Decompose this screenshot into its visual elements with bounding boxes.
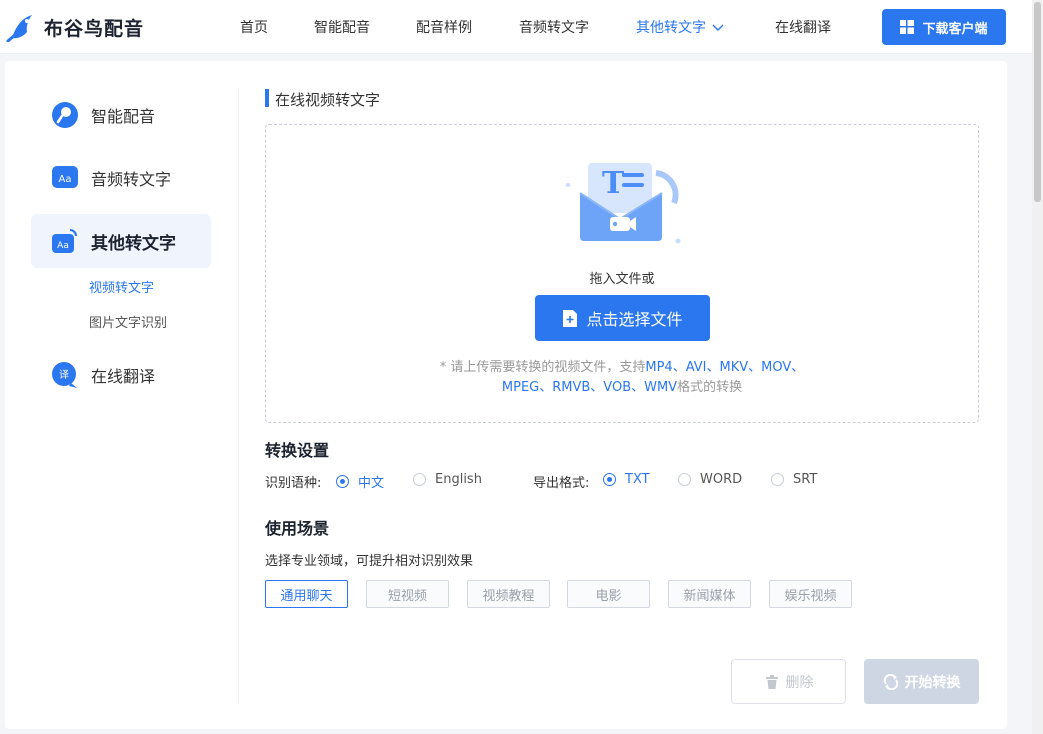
sidebar-item-label: 其他转文字	[91, 233, 176, 254]
nav-home[interactable]: 首页	[240, 17, 268, 37]
sub-item-image-ocr[interactable]: 图片文字识别	[89, 312, 167, 331]
radio-dot	[771, 473, 784, 486]
radio-label: WORD	[700, 472, 743, 487]
radio-label: 中文	[358, 476, 385, 491]
radio-format-srt[interactable]: SRT	[771, 472, 817, 487]
scene-tag-news-media[interactable]: 新闻媒体	[668, 580, 751, 608]
choose-file-button[interactable]: 点击选择文件	[535, 295, 710, 341]
scene-tag-entertainment-video[interactable]: 娱乐视频	[769, 580, 852, 608]
radio-label: SRT	[793, 472, 818, 487]
drag-file-text: 拖入文件或	[589, 272, 655, 287]
scene-title: 使用场景	[265, 519, 330, 538]
hint-formats-1: MP4、AVI、MKV、MOV、	[645, 360, 805, 375]
aa-icon: Aa	[52, 229, 77, 253]
scene-hint: 选择专业领域，可提升相对识别效果	[265, 554, 474, 569]
scene-tag-video-tutorial[interactable]: 视频教程	[467, 580, 550, 608]
sidebar-item-smart-dubbing[interactable]: 智能配音	[31, 88, 211, 142]
main-panel: 智能配音 Aa 音频转文字 Aa 其他转文字 视频转文字 图片文字识别 译 在线…	[5, 61, 1007, 729]
svg-text:译: 译	[59, 369, 69, 381]
brand-name: 布谷鸟配音	[44, 17, 145, 40]
translate-icon: 译	[52, 362, 77, 388]
hint-suffix: 格式的转换	[677, 380, 743, 395]
language-label: 识别语种:	[265, 476, 322, 491]
scrollbar-thumb[interactable]	[1034, 2, 1041, 202]
sidebar-divider	[238, 88, 239, 703]
radio-dot	[336, 475, 349, 488]
sidebar-item-online-translate[interactable]: 译 在线翻译	[31, 348, 211, 402]
scene-tag-movie[interactable]: 电影	[567, 580, 650, 608]
download-client-button[interactable]: 下载客户端	[882, 9, 1006, 45]
convert-icon	[883, 673, 898, 690]
chevron-down-icon	[712, 24, 724, 31]
cuckoo-logo-icon	[6, 15, 32, 42]
hint-prefix: * 请上传需要转换的视频文件，支持	[439, 360, 646, 375]
section-title: 在线视频转文字	[265, 89, 380, 110]
radio-label: English	[435, 472, 482, 487]
settings-title: 转换设置	[265, 441, 330, 460]
nav-online-translate[interactable]: 在线翻译	[775, 17, 831, 37]
trash-icon	[765, 674, 778, 689]
format-label: 导出格式:	[533, 476, 590, 491]
radio-dot	[603, 473, 616, 486]
radio-dot	[678, 473, 691, 486]
sub-item-video-to-text[interactable]: 视频转文字	[89, 277, 154, 296]
choose-file-label: 点击选择文件	[586, 310, 683, 329]
start-convert-button[interactable]: 开始转换	[864, 659, 979, 704]
delete-label: 删除	[785, 674, 814, 691]
radio-language-english[interactable]: English	[413, 472, 482, 487]
video-upload-illustration-icon: T	[566, 163, 681, 244]
file-add-icon	[563, 309, 578, 327]
scene-tag-general-chat[interactable]: 通用聊天	[265, 580, 348, 608]
brand-logo[interactable]: 布谷鸟配音	[6, 12, 144, 42]
nav-other-to-text-label: 其他转文字	[636, 20, 706, 36]
aa-icon: Aa	[52, 166, 78, 188]
nav-dubbing-samples[interactable]: 配音样例	[416, 17, 472, 37]
hint-formats-2: MPEG、RMVB、VOB、WMV	[501, 380, 678, 395]
top-header: 布谷鸟配音 首页 智能配音 配音样例 音频转文字 其他转文字 在线翻译 下载客户…	[0, 0, 1043, 54]
sidebar-item-label: 智能配音	[91, 107, 156, 126]
svg-text:Aa: Aa	[57, 241, 69, 251]
radio-language-chinese[interactable]: 中文	[336, 472, 384, 491]
sidebar: 智能配音 Aa 音频转文字 Aa 其他转文字 视频转文字 图片文字识别 译 在线…	[5, 61, 238, 729]
svg-text:T: T	[602, 166, 625, 201]
sidebar-item-label: 在线翻译	[91, 367, 156, 386]
voice-icon	[52, 102, 78, 128]
sidebar-item-label: 音频转文字	[91, 170, 172, 189]
upload-hint-line-1: * 请上传需要转换的视频文件，支持MP4、AVI、MKV、MOV、	[266, 356, 978, 375]
radio-label: TXT	[625, 472, 650, 487]
upload-hint-line-2: MPEG、RMVB、VOB、WMV格式的转换	[266, 376, 978, 395]
scene-tag-short-video[interactable]: 短视频	[366, 580, 449, 608]
nav-smart-dubbing[interactable]: 智能配音	[314, 17, 370, 37]
nav-audio-to-text[interactable]: 音频转文字	[519, 17, 589, 37]
radio-format-word[interactable]: WORD	[678, 472, 742, 487]
sidebar-item-audio-to-text[interactable]: Aa 音频转文字	[31, 151, 211, 205]
svg-text:Aa: Aa	[59, 174, 72, 185]
download-client-label: 下载客户端	[922, 21, 988, 37]
windows-icon	[900, 20, 915, 34]
start-convert-label: 开始转换	[904, 674, 961, 691]
sidebar-item-other-to-text[interactable]: Aa 其他转文字	[31, 214, 211, 268]
radio-format-txt[interactable]: TXT	[603, 472, 650, 487]
nav-other-to-text[interactable]: 其他转文字	[636, 17, 724, 37]
delete-button[interactable]: 删除	[731, 659, 846, 704]
radio-dot	[413, 473, 426, 486]
upload-dropzone[interactable]: T 拖入文件或 点击选择文件 * 请上传需要转换的视频文件，支持MP4、AVI、…	[265, 124, 979, 423]
page-scrollbar[interactable]	[1032, 0, 1043, 734]
